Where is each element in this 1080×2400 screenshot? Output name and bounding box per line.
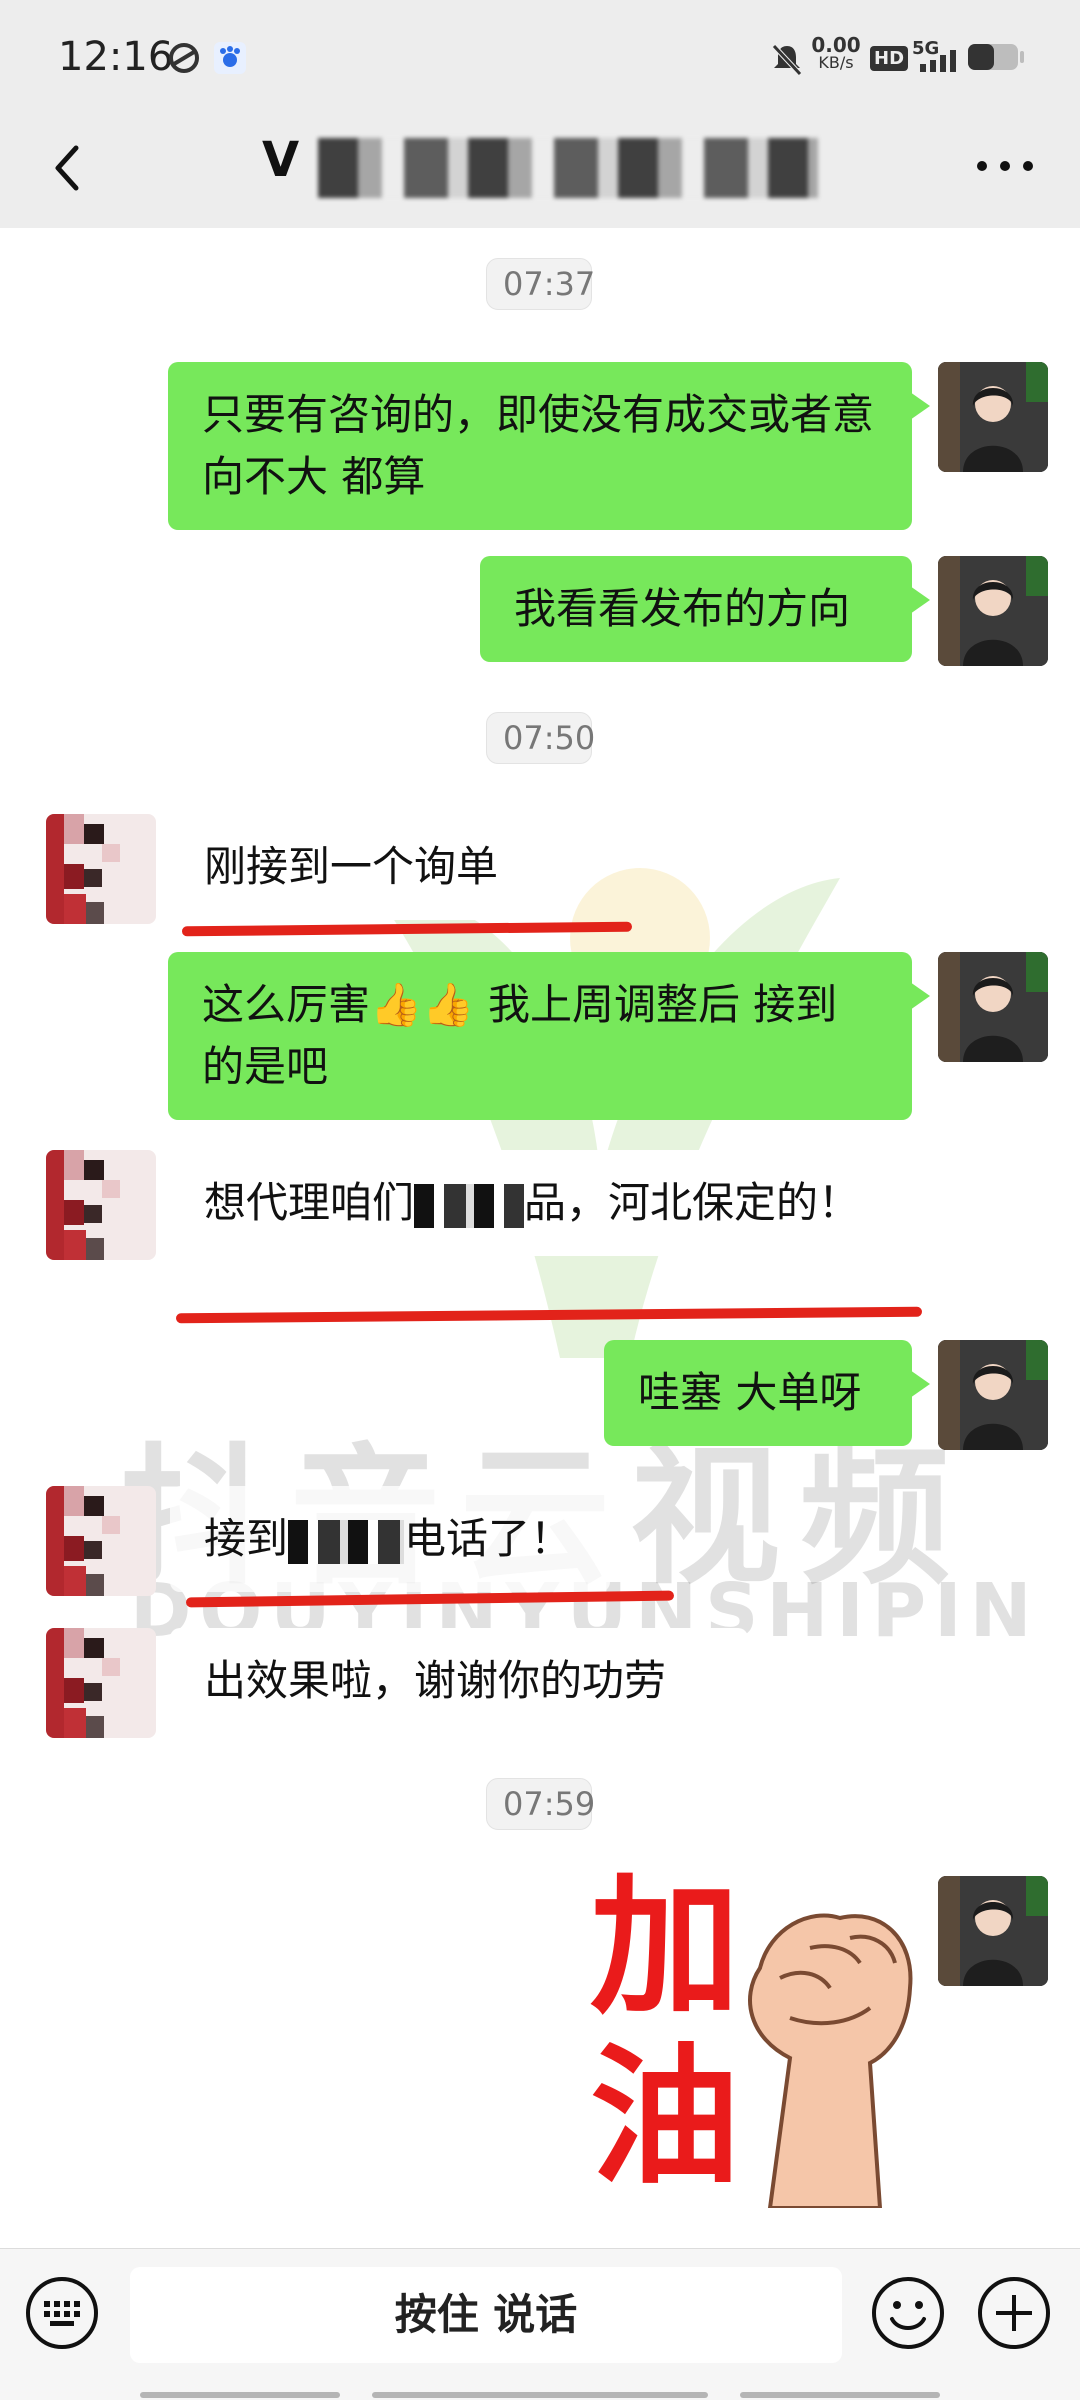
pixelated-avatar-icon — [46, 1628, 156, 1738]
my-avatar[interactable] — [938, 362, 1048, 472]
chat-header: V — [0, 110, 1080, 228]
more-options-icon[interactable] — [970, 146, 1040, 186]
message-text: 刚接到一个询单 — [204, 842, 499, 891]
message-text-part: 想代理咱们 — [204, 1178, 415, 1227]
portrait-icon — [938, 952, 1048, 1062]
message-text-part: 品，河北保定的！ — [524, 1178, 861, 1227]
message-bubble-received[interactable]: 接到 电话了！ — [170, 1486, 610, 1592]
input-bar: 按住 说话 — [0, 2248, 1080, 2400]
my-avatar[interactable] — [938, 1340, 1048, 1450]
sync-icon — [169, 43, 199, 73]
chat-message-list[interactable]: 抖音云视频 DOUYINYUNSHIPIN 07:37 只要有咨询的，即使没有成… — [0, 228, 1080, 2248]
signal-icon — [920, 50, 956, 72]
redacted-contact-name — [318, 138, 818, 198]
message-text: 哇塞 大单呀 — [638, 1368, 862, 1417]
keyboard-icon[interactable] — [24, 2275, 100, 2351]
message-bubble-received[interactable]: 想代理咱们 品，河北保定的！ — [170, 1150, 914, 1256]
my-avatar[interactable] — [938, 1876, 1048, 1986]
my-avatar[interactable] — [938, 556, 1048, 666]
redacted-text — [288, 1519, 405, 1564]
message-bubble-sent[interactable]: 这么厉害👍👍 我上周调整后 接到的是吧 — [168, 952, 930, 1120]
message-bubble-sent[interactable]: 我看看发布的方向 — [480, 556, 930, 662]
message-bubble-received[interactable]: 刚接到一个询单 — [170, 814, 554, 920]
battery-icon — [968, 44, 1024, 70]
pixelated-avatar-icon — [46, 1150, 156, 1260]
message-bubble-sent[interactable]: 哇塞 大单呀 — [604, 1340, 930, 1446]
message-text: 这么厉害👍👍 我上周调整后 接到的是吧 — [202, 980, 838, 1091]
portrait-icon — [938, 362, 1048, 472]
sticker-char-2: 油 — [590, 2031, 741, 2205]
status-bar: 12:16 0.00 KB/s HD 5G — [0, 0, 1080, 110]
portrait-icon — [938, 1876, 1048, 1986]
gesture-bar-center — [372, 2392, 708, 2398]
portrait-icon — [938, 556, 1048, 666]
contact-avatar[interactable] — [46, 1150, 156, 1260]
mute-bell-icon — [772, 44, 802, 76]
gesture-bar-right — [740, 2392, 940, 2398]
network-speed-value: 0.00 — [811, 33, 861, 57]
message-text: 只要有咨询的，即使没有成交或者意向不大 都算 — [202, 390, 875, 501]
pixelated-avatar-icon — [46, 814, 156, 924]
my-avatar[interactable] — [938, 952, 1048, 1062]
gesture-bar-left — [140, 2392, 340, 2398]
contact-avatar[interactable] — [46, 1628, 156, 1738]
message-bubble-sent[interactable]: 只要有咨询的，即使没有成交或者意向不大 都算 — [168, 362, 930, 530]
sticker-char-1: 加 — [590, 1861, 741, 2035]
redacted-text — [414, 1183, 525, 1228]
message-text: 出效果啦，谢谢你的功劳 — [204, 1656, 667, 1705]
message-bubble-received[interactable]: 出效果啦，谢谢你的功劳 — [170, 1628, 748, 1734]
portrait-icon — [938, 1340, 1048, 1450]
fist-icon — [748, 1913, 913, 2208]
timestamp-chip: 07:59 — [486, 1778, 595, 1830]
baidu-app-icon — [214, 42, 246, 74]
contact-avatar[interactable] — [46, 1486, 156, 1596]
timestamp-chip: 07:50 — [486, 712, 595, 764]
timestamp-chip: 07:37 — [486, 258, 595, 310]
chat-title: V — [262, 132, 300, 188]
emoji-icon[interactable] — [870, 2275, 946, 2351]
message-text: 我看看发布的方向 — [514, 584, 851, 633]
back-icon[interactable] — [40, 138, 100, 198]
hold-to-talk-button[interactable]: 按住 说话 — [130, 2267, 842, 2363]
message-text-part: 电话了！ — [404, 1514, 573, 1563]
add-icon[interactable] — [976, 2275, 1052, 2351]
network-speed: 0.00 KB/s — [806, 33, 866, 72]
sticker-message[interactable]: 加 油 — [580, 1868, 920, 2208]
status-time: 12:16 — [58, 34, 174, 80]
contact-avatar[interactable] — [46, 814, 156, 924]
pixelated-avatar-icon — [46, 1486, 156, 1596]
hd-badge: HD — [870, 46, 909, 71]
message-text-part: 接到 — [204, 1514, 289, 1563]
